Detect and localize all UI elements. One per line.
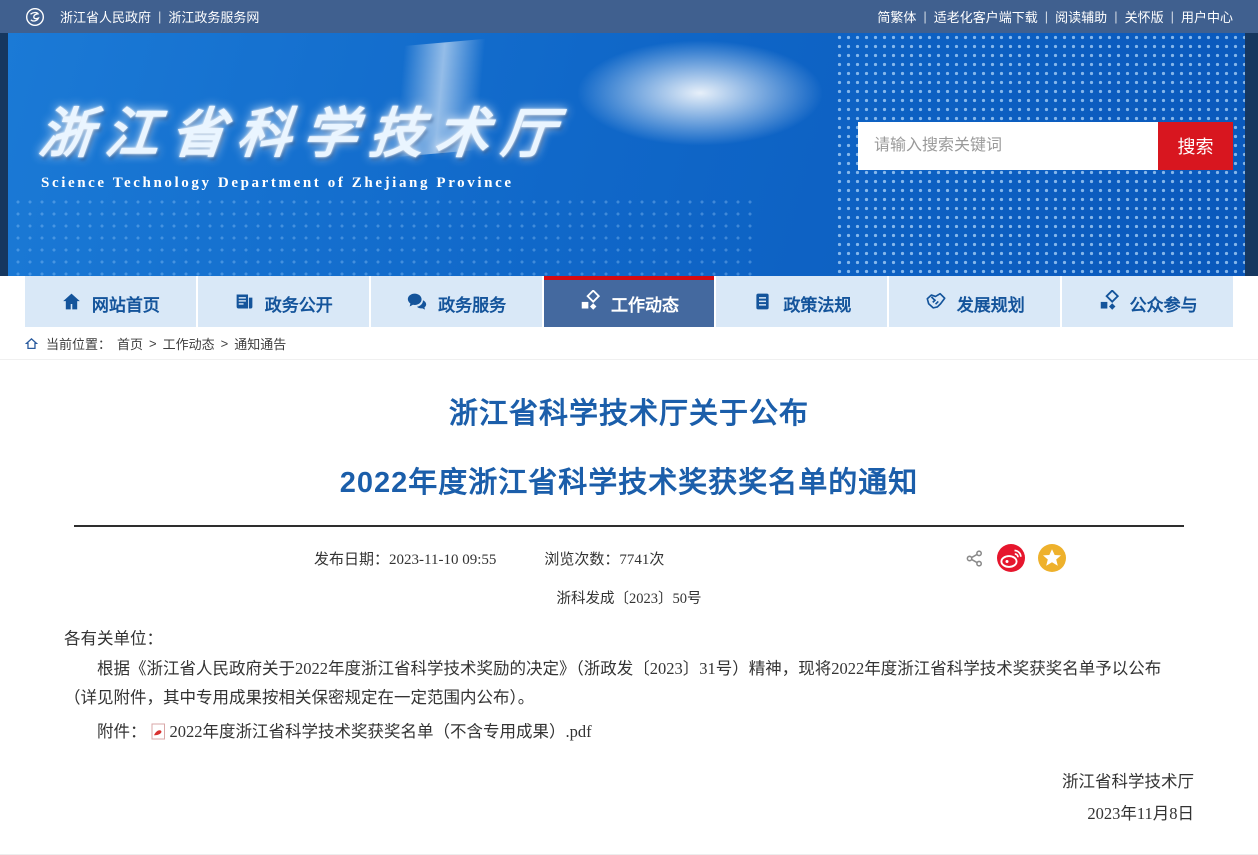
qzone-share-icon[interactable] xyxy=(1038,544,1066,572)
attachment-label: 附件： xyxy=(97,717,147,746)
title-divider xyxy=(74,525,1184,527)
divider: | xyxy=(1045,9,1048,24)
publish-date-label: 发布日期： xyxy=(314,548,389,569)
share-buttons xyxy=(965,544,1066,572)
weibo-share-icon[interactable] xyxy=(997,544,1025,572)
zhejiang-gov-icon xyxy=(25,7,45,27)
breadcrumb-label: 当前位置： xyxy=(46,334,111,353)
views-field: 浏览次数： 7741次 xyxy=(544,548,664,569)
nav-item-home[interactable]: 网站首页 xyxy=(25,276,196,327)
search-input[interactable] xyxy=(858,122,1158,170)
views-value: 7741次 xyxy=(619,548,664,569)
chat-bubbles-icon xyxy=(406,290,428,317)
article-paragraph: 根据《浙江省人民政府关于2022年度浙江省科学技术奖励的决定》（浙政发〔2023… xyxy=(64,654,1194,712)
topbar-left-links: 浙江省人民政府 | 浙江政务服务网 xyxy=(25,7,259,27)
care-version-link[interactable]: 关怀版 xyxy=(1125,7,1164,26)
document-icon xyxy=(752,291,773,317)
shapes-icon xyxy=(579,290,601,317)
site-banner: 浙江省科学技术厅 Science Technology Department o… xyxy=(0,33,1258,276)
light-flare xyxy=(560,33,840,153)
elderly-client-download-link[interactable]: 适老化客户端下载 xyxy=(934,7,1038,26)
breadcrumb-separator: > xyxy=(221,336,229,351)
main-nav: 网站首页 政务公开 政务服务 工作动态 政策法规 发展规划 公众参与 xyxy=(0,276,1258,327)
nav-item-public-info[interactable]: 政务公开 xyxy=(198,276,369,327)
handshake-icon xyxy=(925,290,947,317)
home-small-icon xyxy=(25,337,38,350)
article-meta: 发布日期： 2023-11-10 09:55 浏览次数： 7741次 xyxy=(64,544,1194,572)
signature-org: 浙江省科学技术厅 xyxy=(64,766,1194,798)
banner-left-edge xyxy=(0,33,8,276)
newspaper-icon xyxy=(234,291,255,317)
nav-item-label: 工作动态 xyxy=(611,291,679,316)
signature-date: 2023年11月8日 xyxy=(64,798,1194,830)
salutation: 各有关单位： xyxy=(64,624,1194,653)
share-icon[interactable] xyxy=(965,549,984,568)
nav-item-public-participation[interactable]: 公众参与 xyxy=(1062,276,1233,327)
publish-date-field: 发布日期： 2023-11-10 09:55 xyxy=(314,548,496,569)
pdf-file-icon xyxy=(151,723,166,740)
nav-item-label: 政务公开 xyxy=(265,291,333,316)
views-label: 浏览次数： xyxy=(544,548,619,569)
article: 浙江省科学技术厅关于公布 2022年度浙江省科学技术奖获奖名单的通知 发布日期：… xyxy=(64,390,1194,830)
nav-item-services[interactable]: 政务服务 xyxy=(371,276,542,327)
divider: | xyxy=(1171,9,1174,24)
gov-portal-link[interactable]: 浙江省人民政府 xyxy=(60,7,151,26)
article-title-line2: 2022年度浙江省科学技术奖获奖名单的通知 xyxy=(64,459,1194,501)
nav-item-label: 公众参与 xyxy=(1130,291,1198,316)
site-logo-english: Science Technology Department of Zhejian… xyxy=(41,175,514,192)
nav-item-label: 政务服务 xyxy=(438,291,506,316)
nav-item-label: 发展规划 xyxy=(957,291,1025,316)
user-center-link[interactable]: 用户中心 xyxy=(1181,7,1233,26)
dot-pattern-bottom xyxy=(0,196,760,276)
nav-item-development-plans[interactable]: 发展规划 xyxy=(889,276,1060,327)
attachment-link[interactable]: 2022年度浙江省科学技术奖获奖名单（不含专用成果）.pdf xyxy=(170,717,592,746)
site-logo[interactable]: 浙江省科学技术厅 xyxy=(36,89,572,168)
search-button[interactable]: 搜索 xyxy=(1158,122,1233,170)
nav-item-policies[interactable]: 政策法规 xyxy=(716,276,887,327)
signature-block: 浙江省科学技术厅 2023年11月8日 xyxy=(64,766,1194,830)
banner-right-edge xyxy=(1245,33,1258,276)
breadcrumb: 当前位置： 首页 > 工作动态 > 通知通告 xyxy=(0,327,1258,360)
home-icon xyxy=(61,291,82,317)
divider: | xyxy=(923,9,926,24)
nav-item-label: 网站首页 xyxy=(92,291,160,316)
publish-date-value: 2023-11-10 09:55 xyxy=(389,552,496,569)
simplified-traditional-link[interactable]: 简繁体 xyxy=(877,7,916,26)
shapes-icon xyxy=(1098,290,1120,317)
breadcrumb-home[interactable]: 首页 xyxy=(117,334,143,353)
article-title-line1: 浙江省科学技术厅关于公布 xyxy=(64,390,1194,432)
reading-assist-link[interactable]: 阅读辅助 xyxy=(1055,7,1107,26)
breadcrumb-notices[interactable]: 通知通告 xyxy=(234,334,286,353)
breadcrumb-separator: > xyxy=(149,336,157,351)
nav-item-work-news[interactable]: 工作动态 xyxy=(544,276,715,327)
service-portal-link[interactable]: 浙江政务服务网 xyxy=(168,7,259,26)
topbar-right-links: 简繁体 | 适老化客户端下载 | 阅读辅助 | 关怀版 | 用户中心 xyxy=(877,7,1233,26)
document-number: 浙科发成〔2023〕50号 xyxy=(64,587,1194,608)
divider: | xyxy=(1114,9,1117,24)
divider: | xyxy=(158,9,161,24)
breadcrumb-work-news[interactable]: 工作动态 xyxy=(163,334,215,353)
attachment-row: 附件： 2022年度浙江省科学技术奖获奖名单（不含专用成果）.pdf xyxy=(64,717,1194,746)
top-utility-bar: 浙江省人民政府 | 浙江政务服务网 简繁体 | 适老化客户端下载 | 阅读辅助 … xyxy=(0,0,1258,33)
nav-item-label: 政策法规 xyxy=(783,291,851,316)
search-bar: 搜索 xyxy=(858,122,1233,170)
